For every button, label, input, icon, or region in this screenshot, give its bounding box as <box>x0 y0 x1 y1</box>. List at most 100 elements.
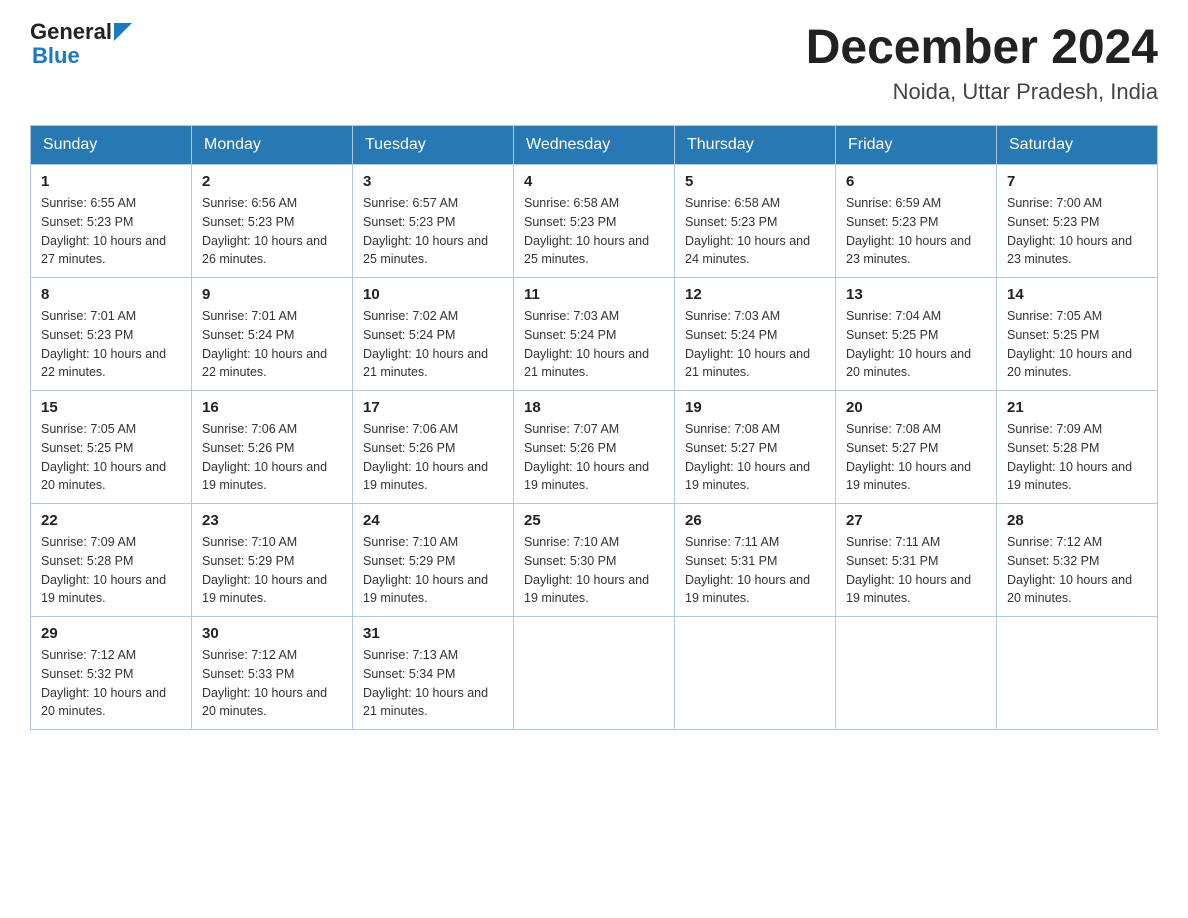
calendar-day-cell: 29 Sunrise: 7:12 AMSunset: 5:32 PMDayligh… <box>31 617 192 730</box>
calendar-week-row: 1Sunrise: 6:55 AMSunset: 5:23 PMDaylight… <box>31 165 1158 278</box>
calendar-day-cell: 3Sunrise: 6:57 AMSunset: 5:23 PMDaylight… <box>353 165 514 278</box>
day-of-week-header: Monday <box>192 126 353 165</box>
calendar-day-cell: 15 Sunrise: 7:05 AMSunset: 5:25 PMDayligh… <box>31 391 192 504</box>
day-info: Sunrise: 7:05 AMSunset: 5:25 PMDaylight:… <box>41 420 181 495</box>
day-of-week-header: Tuesday <box>353 126 514 165</box>
day-info: Sunrise: 7:04 AMSunset: 5:25 PMDaylight:… <box>846 307 986 382</box>
calendar-title: December 2024 <box>806 20 1158 75</box>
calendar-day-cell: 8 Sunrise: 7:01 AMSunset: 5:23 PMDaylight… <box>31 278 192 391</box>
calendar-day-cell: 22Sunrise: 7:09 AMSunset: 5:28 PMDayligh… <box>31 504 192 617</box>
day-number: 7 <box>1007 173 1147 190</box>
calendar-day-cell: 9 Sunrise: 7:01 AMSunset: 5:24 PMDaylight… <box>192 278 353 391</box>
day-info: Sunrise: 7:09 AMSunset: 5:28 PMDaylight:… <box>1007 420 1147 495</box>
calendar-day-cell: 25 Sunrise: 7:10 AMSunset: 5:30 PMDayligh… <box>514 504 675 617</box>
day-number: 26 <box>685 512 825 529</box>
calendar-day-cell: 24Sunrise: 7:10 AMSunset: 5:29 PMDayligh… <box>353 504 514 617</box>
day-info: Sunrise: 7:00 AMSunset: 5:23 PMDaylight:… <box>1007 194 1147 269</box>
day-number: 14 <box>1007 286 1147 303</box>
day-number: 25 <box>524 512 664 529</box>
calendar-week-row: 15 Sunrise: 7:05 AMSunset: 5:25 PMDayligh… <box>31 391 1158 504</box>
day-info: Sunrise: 7:12 AMSunset: 5:32 PMDaylight:… <box>41 646 181 721</box>
calendar-day-cell: 11 Sunrise: 7:03 AMSunset: 5:24 PMDayligh… <box>514 278 675 391</box>
day-number: 27 <box>846 512 986 529</box>
day-number: 15 <box>41 399 181 416</box>
day-info: Sunrise: 7:03 AMSunset: 5:24 PMDaylight:… <box>524 307 664 382</box>
day-number: 31 <box>363 625 503 642</box>
day-number: 30 <box>202 625 342 642</box>
day-info: Sunrise: 7:12 AMSunset: 5:33 PMDaylight:… <box>202 646 342 721</box>
day-info: Sunrise: 6:56 AMSunset: 5:23 PMDaylight:… <box>202 194 342 269</box>
day-info: Sunrise: 7:10 AMSunset: 5:29 PMDaylight:… <box>363 533 503 608</box>
calendar-day-cell: 16Sunrise: 7:06 AMSunset: 5:26 PMDayligh… <box>192 391 353 504</box>
day-info: Sunrise: 6:58 AMSunset: 5:23 PMDaylight:… <box>524 194 664 269</box>
calendar-day-cell <box>675 617 836 730</box>
day-info: Sunrise: 6:58 AMSunset: 5:23 PMDaylight:… <box>685 194 825 269</box>
day-info: Sunrise: 7:06 AMSunset: 5:26 PMDaylight:… <box>202 420 342 495</box>
calendar-day-cell: 19Sunrise: 7:08 AMSunset: 5:27 PMDayligh… <box>675 391 836 504</box>
logo-blue: Blue <box>30 44 132 68</box>
calendar-day-cell: 17 Sunrise: 7:06 AMSunset: 5:26 PMDayligh… <box>353 391 514 504</box>
day-info: Sunrise: 7:02 AMSunset: 5:24 PMDaylight:… <box>363 307 503 382</box>
day-number: 21 <box>1007 399 1147 416</box>
day-info: Sunrise: 7:01 AMSunset: 5:24 PMDaylight:… <box>202 307 342 382</box>
title-block: December 2024 Noida, Uttar Pradesh, Indi… <box>806 20 1158 105</box>
calendar-day-cell: 23 Sunrise: 7:10 AMSunset: 5:29 PMDayligh… <box>192 504 353 617</box>
calendar-day-cell: 26 Sunrise: 7:11 AMSunset: 5:31 PMDayligh… <box>675 504 836 617</box>
calendar-week-row: 22Sunrise: 7:09 AMSunset: 5:28 PMDayligh… <box>31 504 1158 617</box>
day-of-week-header: Friday <box>836 126 997 165</box>
calendar-subtitle: Noida, Uttar Pradesh, India <box>806 79 1158 105</box>
day-info: Sunrise: 7:03 AMSunset: 5:24 PMDaylight:… <box>685 307 825 382</box>
day-of-week-header: Wednesday <box>514 126 675 165</box>
calendar-header: SundayMondayTuesdayWednesdayThursdayFrid… <box>31 126 1158 165</box>
day-number: 18 <box>524 399 664 416</box>
day-info: Sunrise: 7:07 AMSunset: 5:26 PMDaylight:… <box>524 420 664 495</box>
day-number: 4 <box>524 173 664 190</box>
day-number: 22 <box>41 512 181 529</box>
calendar-day-cell: 5Sunrise: 6:58 AMSunset: 5:23 PMDaylight… <box>675 165 836 278</box>
day-info: Sunrise: 7:11 AMSunset: 5:31 PMDaylight:… <box>685 533 825 608</box>
calendar-day-cell: 31 Sunrise: 7:13 AMSunset: 5:34 PMDayligh… <box>353 617 514 730</box>
day-number: 19 <box>685 399 825 416</box>
day-number: 1 <box>41 173 181 190</box>
calendar-day-cell: 10Sunrise: 7:02 AMSunset: 5:24 PMDayligh… <box>353 278 514 391</box>
day-number: 3 <box>363 173 503 190</box>
day-number: 13 <box>846 286 986 303</box>
calendar-day-cell: 2 Sunrise: 6:56 AMSunset: 5:23 PMDaylight… <box>192 165 353 278</box>
calendar-day-cell: 12 Sunrise: 7:03 AMSunset: 5:24 PMDayligh… <box>675 278 836 391</box>
day-number: 11 <box>524 286 664 303</box>
day-number: 8 <box>41 286 181 303</box>
calendar-day-cell: 1Sunrise: 6:55 AMSunset: 5:23 PMDaylight… <box>31 165 192 278</box>
day-number: 17 <box>363 399 503 416</box>
calendar-day-cell: 20Sunrise: 7:08 AMSunset: 5:27 PMDayligh… <box>836 391 997 504</box>
day-of-week-header: Sunday <box>31 126 192 165</box>
calendar-day-cell <box>514 617 675 730</box>
day-info: Sunrise: 7:13 AMSunset: 5:34 PMDaylight:… <box>363 646 503 721</box>
calendar-week-row: 29 Sunrise: 7:12 AMSunset: 5:32 PMDayligh… <box>31 617 1158 730</box>
logo-general: General <box>30 20 112 44</box>
day-info: Sunrise: 7:10 AMSunset: 5:30 PMDaylight:… <box>524 533 664 608</box>
days-of-week-row: SundayMondayTuesdayWednesdayThursdayFrid… <box>31 126 1158 165</box>
day-number: 29 <box>41 625 181 642</box>
day-number: 2 <box>202 173 342 190</box>
day-number: 9 <box>202 286 342 303</box>
day-info: Sunrise: 7:08 AMSunset: 5:27 PMDaylight:… <box>846 420 986 495</box>
day-number: 12 <box>685 286 825 303</box>
calendar-table: SundayMondayTuesdayWednesdayThursdayFrid… <box>30 125 1158 730</box>
calendar-body: 1Sunrise: 6:55 AMSunset: 5:23 PMDaylight… <box>31 165 1158 730</box>
day-info: Sunrise: 7:12 AMSunset: 5:32 PMDaylight:… <box>1007 533 1147 608</box>
day-info: Sunrise: 7:01 AMSunset: 5:23 PMDaylight:… <box>41 307 181 382</box>
day-info: Sunrise: 7:10 AMSunset: 5:29 PMDaylight:… <box>202 533 342 608</box>
calendar-day-cell <box>836 617 997 730</box>
calendar-day-cell: 4 Sunrise: 6:58 AMSunset: 5:23 PMDaylight… <box>514 165 675 278</box>
calendar-day-cell: 28Sunrise: 7:12 AMSunset: 5:32 PMDayligh… <box>997 504 1158 617</box>
calendar-day-cell: 7 Sunrise: 7:00 AMSunset: 5:23 PMDaylight… <box>997 165 1158 278</box>
day-number: 23 <box>202 512 342 529</box>
day-info: Sunrise: 7:06 AMSunset: 5:26 PMDaylight:… <box>363 420 503 495</box>
day-number: 6 <box>846 173 986 190</box>
calendar-day-cell: 21 Sunrise: 7:09 AMSunset: 5:28 PMDayligh… <box>997 391 1158 504</box>
calendar-day-cell: 13 Sunrise: 7:04 AMSunset: 5:25 PMDayligh… <box>836 278 997 391</box>
logo-triangle-icon <box>114 23 132 41</box>
page-header: General Blue December 2024 Noida, Uttar … <box>30 20 1158 105</box>
calendar-day-cell: 18 Sunrise: 7:07 AMSunset: 5:26 PMDayligh… <box>514 391 675 504</box>
calendar-day-cell: 30 Sunrise: 7:12 AMSunset: 5:33 PMDayligh… <box>192 617 353 730</box>
